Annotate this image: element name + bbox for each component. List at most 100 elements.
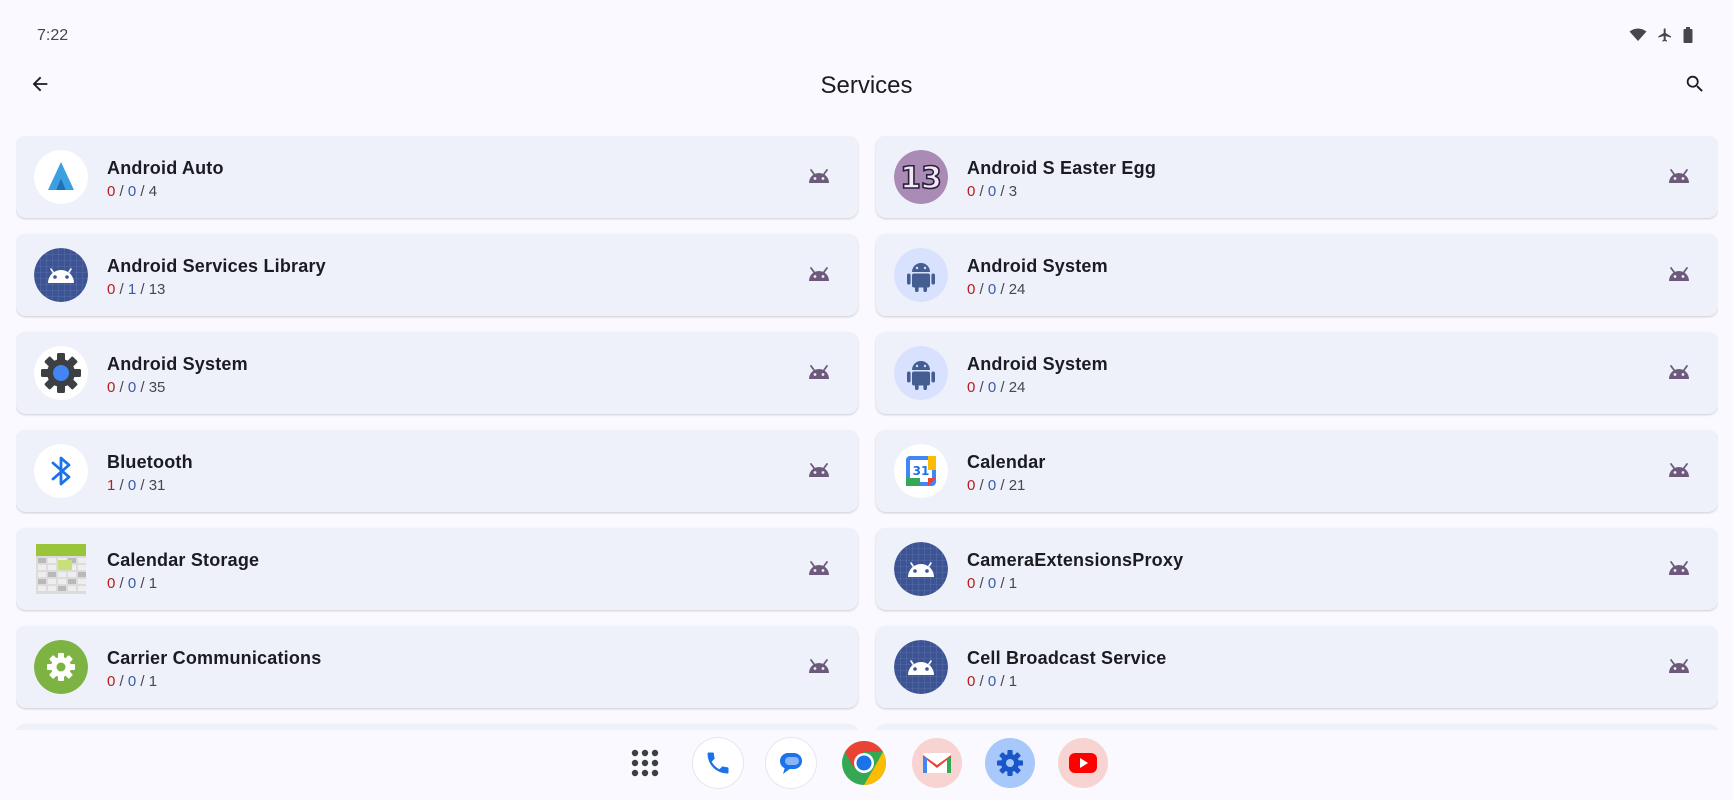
airplane-icon <box>1657 27 1673 43</box>
battery-icon <box>1683 27 1693 43</box>
count-a: 0 <box>967 673 976 690</box>
service-card[interactable]: Bluetooth 1 / 0 / 31 <box>16 430 858 512</box>
wifi-icon <box>1629 28 1647 42</box>
android-head-icon <box>1666 656 1692 676</box>
service-card[interactable]: Android System 0 / 0 / 24 <box>876 234 1718 316</box>
android-head-icon <box>806 656 832 676</box>
service-counts: 0 / 0 / 1 <box>967 673 1018 690</box>
service-card[interactable]: Android System 0 / 0 / 24 <box>876 332 1718 414</box>
count-b: 0 <box>127 379 137 396</box>
service-counts: 0 / 0 / 24 <box>967 379 1026 396</box>
android-head-icon <box>806 362 832 382</box>
count-a: 0 <box>107 281 116 298</box>
count-a: 0 <box>107 575 116 592</box>
search-icon <box>1684 73 1706 100</box>
count-b: 0 <box>987 477 997 494</box>
android-default-icon <box>894 542 948 596</box>
messages-icon[interactable] <box>766 738 816 788</box>
android-head-icon <box>1666 362 1692 382</box>
android-head-icon <box>806 558 832 578</box>
count-total: 1 <box>1008 673 1018 690</box>
count-total: 4 <box>148 183 158 200</box>
count-a: 0 <box>107 379 116 396</box>
count-a: 0 <box>107 183 116 200</box>
top-app-bar: Services <box>0 62 1733 108</box>
android-head-icon <box>806 264 832 284</box>
android-robot-icon <box>894 346 948 400</box>
service-counts: 0 / 0 / 1 <box>107 575 158 592</box>
service-name: Android S Easter Egg <box>967 158 1157 178</box>
count-total: 1 <box>148 673 158 690</box>
count-a: 0 <box>967 379 976 396</box>
service-card[interactable]: Cell Broadcast Service 0 / 0 / 1 <box>876 626 1718 708</box>
service-card[interactable]: Calendar Storage 0 / 0 / 1 <box>16 528 858 610</box>
service-card[interactable]: 31 Calendar 0 / 0 / 21 <box>876 430 1718 512</box>
taskbar-dock <box>0 730 1733 800</box>
chrome-icon[interactable] <box>839 738 889 788</box>
app-drawer-icon[interactable] <box>620 738 670 788</box>
service-name: Cell Broadcast Service <box>967 648 1167 668</box>
service-name: CameraExtensionsProxy <box>967 550 1184 570</box>
count-total: 1 <box>1008 575 1018 592</box>
youtube-icon[interactable] <box>1058 738 1108 788</box>
service-card[interactable]: Android Services Library 0 / 1 / 13 <box>16 234 858 316</box>
android-default-icon <box>34 248 88 302</box>
service-name: Android Auto <box>107 158 224 178</box>
service-counts: 1 / 0 / 31 <box>107 477 166 494</box>
count-total: 21 <box>1008 477 1026 494</box>
svg-text:13: 13 <box>900 161 942 196</box>
count-b: 0 <box>987 281 997 298</box>
calendar-icon: 31 <box>894 444 948 498</box>
services-list[interactable]: Android Auto 0 / 0 / 4 13 Android S Easter … <box>16 136 1718 730</box>
phone-icon[interactable] <box>693 738 743 788</box>
count-total: 24 <box>1008 281 1026 298</box>
android-head-icon <box>1666 460 1692 480</box>
service-card[interactable]: Android Auto 0 / 0 / 4 <box>16 136 858 218</box>
count-b: 0 <box>987 379 997 396</box>
service-card[interactable]: Android System 0 / 0 / 35 <box>16 332 858 414</box>
count-b: 0 <box>987 673 997 690</box>
count-total: 1 <box>148 575 158 592</box>
android-head-icon <box>806 460 832 480</box>
count-total: 24 <box>1008 379 1026 396</box>
service-counts: 0 / 0 / 4 <box>107 183 158 200</box>
android-default-icon <box>894 640 948 694</box>
service-name: Calendar Storage <box>107 550 260 570</box>
count-b: 0 <box>987 575 997 592</box>
service-name: Android Services Library <box>107 256 326 276</box>
search-button[interactable] <box>1679 70 1711 102</box>
service-counts: 0 / 0 / 35 <box>107 379 166 396</box>
count-total: 3 <box>1008 183 1018 200</box>
count-b: 0 <box>127 183 137 200</box>
count-a: 0 <box>967 183 976 200</box>
count-a: 0 <box>967 575 976 592</box>
settings-icon[interactable] <box>985 738 1035 788</box>
gmail-icon[interactable] <box>912 738 962 788</box>
service-card[interactable]: 13 Android S Easter Egg 0 / 0 / 3 <box>876 136 1718 218</box>
android-head-icon <box>1666 166 1692 186</box>
service-counts: 0 / 0 / 1 <box>107 673 158 690</box>
count-b: 0 <box>127 673 137 690</box>
status-time: 7:22 <box>37 27 69 44</box>
android-robot-icon <box>894 248 948 302</box>
count-a: 0 <box>107 673 116 690</box>
service-counts: 0 / 0 / 24 <box>967 281 1026 298</box>
settings-gear-icon <box>34 346 88 400</box>
service-name: Calendar <box>967 452 1046 472</box>
count-total: 13 <box>148 281 166 298</box>
service-card[interactable]: CameraExtensionsProxy 0 / 0 / 1 <box>876 528 1718 610</box>
android-head-icon <box>806 166 832 186</box>
service-name: Android System <box>967 354 1108 374</box>
count-total: 35 <box>148 379 166 396</box>
service-counts: 0 / 1 / 13 <box>107 281 166 298</box>
service-name: Android System <box>107 354 248 374</box>
count-a: 1 <box>107 477 116 494</box>
android-auto-icon <box>34 150 88 204</box>
count-b: 1 <box>127 281 137 298</box>
status-bar: 7:22 <box>0 0 1733 70</box>
svg-text:31: 31 <box>913 464 930 478</box>
count-b: 0 <box>127 575 137 592</box>
service-card[interactable]: Carrier Communications 0 / 0 / 1 <box>16 626 858 708</box>
page-title: Services <box>820 72 913 99</box>
easter-egg-13-icon: 13 <box>894 150 948 204</box>
